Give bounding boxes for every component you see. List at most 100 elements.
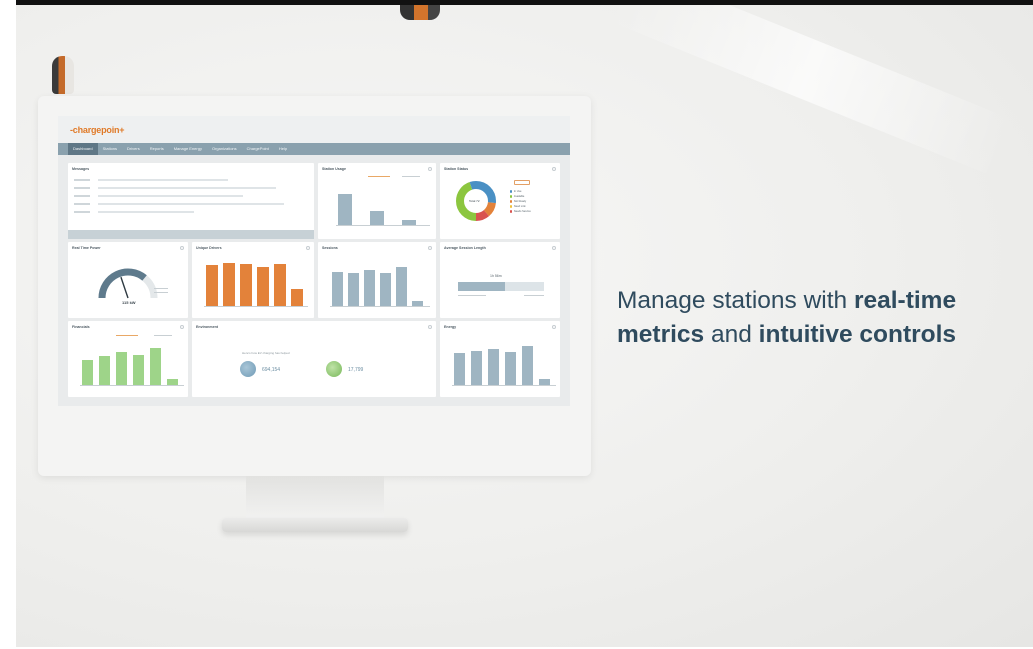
chart-bar [240,263,252,306]
message-line [98,211,194,213]
message-label [74,187,90,189]
card-title: Environment [196,325,218,329]
legend-swatch [510,195,513,198]
gauge-side-label [154,288,168,289]
chart-bar [116,352,127,385]
nav-item-dashboard[interactable]: Dashboard [68,143,98,155]
legend-item: Available [510,195,524,198]
headline-bold-2: metrics [617,321,705,348]
status-filter-button[interactable] [514,180,530,185]
message-label [74,179,90,181]
nav-item-manage-energy[interactable]: Manage Energy [169,143,207,155]
card-title: Real Time Power [72,246,101,250]
chart-bar [332,271,343,306]
real-time-power-card[interactable]: Real Time Power 115 kW [68,242,188,318]
chart-bar [257,266,269,306]
chart-bar [488,348,499,385]
background-charger-object-top [400,4,440,20]
financials-chart [82,345,182,385]
legend-item: Not Ready [510,200,526,203]
card-options-icon[interactable] [552,246,556,250]
background-light-streak [604,0,1016,177]
left-margin [0,0,16,649]
nav-item-help[interactable]: Help [274,143,292,155]
energy-card[interactable]: Energy [440,321,560,397]
session-range-label [524,295,544,296]
card-options-icon[interactable] [552,325,556,329]
app-header: -chargepoin+ [58,116,570,143]
average-session-length-card[interactable]: Average Session Length 1h 56m [440,242,560,318]
financials-legend-line [154,335,172,336]
session-length-value: 1h 56m [490,274,502,278]
headline: Manage stations with real-time metrics a… [617,284,1022,352]
message-label [74,195,90,197]
legend-label: Not Ready [513,200,527,203]
message-label [74,203,90,205]
card-options-icon[interactable] [428,167,432,171]
environment-card[interactable]: Environment Here's how EV charging has h… [192,321,436,397]
headline-bold-3: intuitive controls [758,321,957,348]
financials-card[interactable]: Financials [68,321,188,397]
card-title: Unique Drivers [196,246,222,250]
messages-card[interactable]: Messages [68,163,314,239]
nav-item-reports[interactable]: Reports [145,143,169,155]
card-title: Financials [72,325,90,329]
financials-legend-line [116,335,138,336]
power-gauge [98,268,158,299]
station-status-card[interactable]: Station Status Total 72 In Use Available… [440,163,560,239]
session-range-label [458,295,486,296]
nav-item-drivers[interactable]: Drivers [122,143,145,155]
card-options-icon[interactable] [428,325,432,329]
headline-bold-1: real-time [853,287,957,314]
chart-baseline [336,225,430,226]
chart-bar [370,211,384,225]
headline-plain-1: Manage stations with [617,287,854,314]
chart-baseline [204,306,308,307]
nav-item-chargepoint[interactable]: ChargePoint [242,143,274,155]
station-usage-card[interactable]: Station Usage [318,163,436,239]
card-title: Energy [444,325,457,329]
card-options-icon[interactable] [306,246,310,250]
chart-bar [522,346,533,385]
card-options-icon[interactable] [180,325,184,329]
card-title: Sessions [322,246,338,250]
card-title: Station Usage [322,167,346,171]
legend-item: In Use [510,190,521,193]
chart-bar [471,350,482,385]
nav-item-organizations[interactable]: Organizations [207,143,242,155]
chart-bar [396,267,407,306]
sessions-chart [332,262,428,306]
sessions-card[interactable]: Sessions [318,242,436,318]
card-options-icon[interactable] [180,246,184,250]
chart-bar [133,355,144,385]
card-options-icon[interactable] [428,246,432,250]
nav-item-stations[interactable]: Stations [98,143,122,155]
message-line [98,179,228,181]
environment-value-a: 694,154 [262,367,281,373]
legend-swatch [510,200,513,203]
headline-plain-2: and [704,321,759,348]
monitor-stand-base [222,518,408,532]
chart-bar [364,269,375,306]
legend-swatch [510,205,513,208]
nav-bar: Dashboard Stations Drivers Reports Manag… [58,143,570,155]
chart-bar [348,273,359,306]
monitor-screen: -chargepoin+ Dashboard Stations Drivers … [58,116,570,406]
card-title: Average Session Length [444,246,486,250]
message-label [74,211,90,213]
card-title: Station Status [444,167,469,171]
background: -chargepoin+ Dashboard Stations Drivers … [0,0,1033,649]
chart-bar [82,360,93,385]
chart-bar [338,193,352,225]
globe-icon [240,361,256,377]
card-options-icon[interactable] [552,167,556,171]
legend-label: Need Link [513,205,526,208]
unique-drivers-chart [206,258,306,306]
unique-drivers-card[interactable]: Unique Drivers [192,242,314,318]
donut-center-label: Total 72 [469,199,480,203]
chargepoint-logo[interactable]: -chargepoin+ [70,125,125,135]
chart-bar [223,262,235,306]
legend-label: Needs Service [513,210,531,213]
messages-footer [68,230,314,239]
chart-baseline [80,385,184,386]
